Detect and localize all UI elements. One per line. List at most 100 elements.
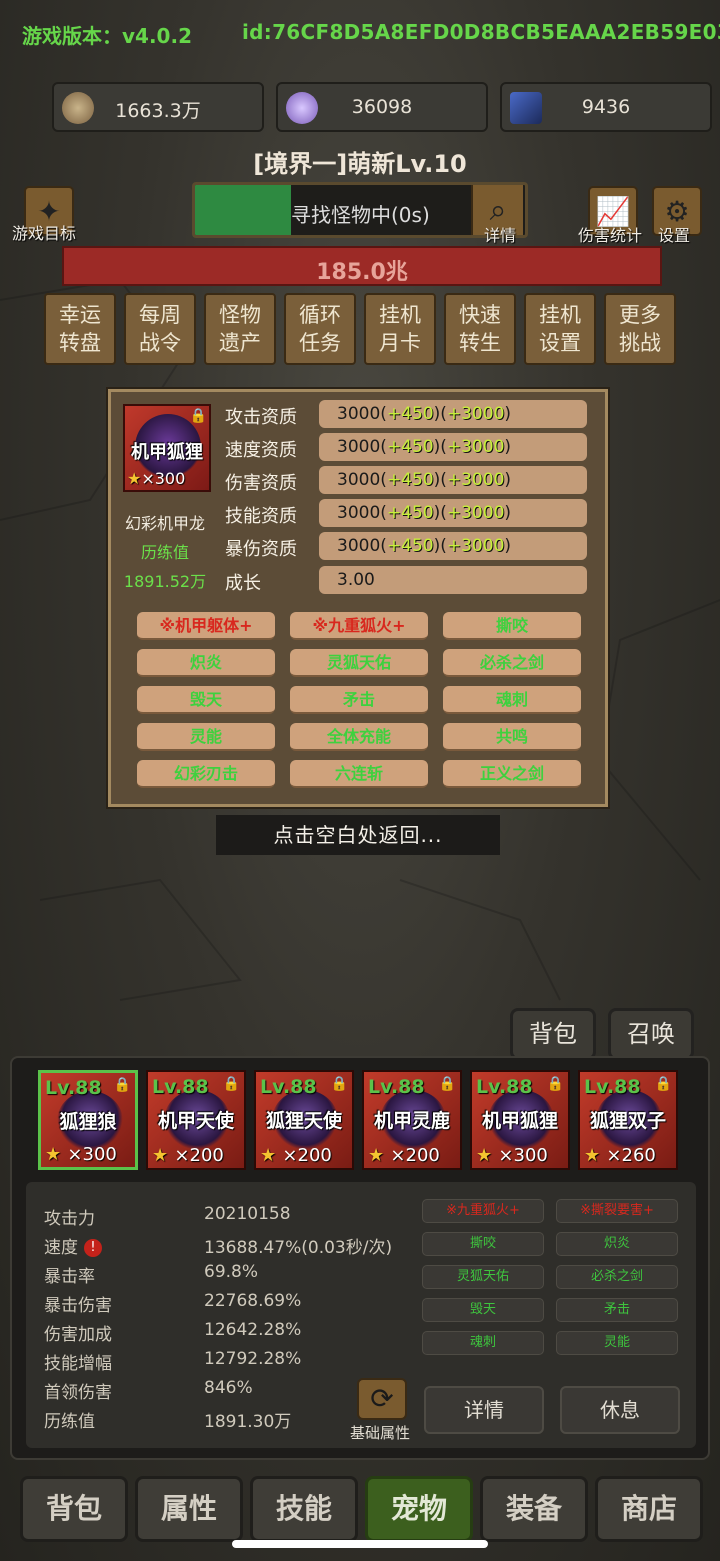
- search-progress-fill: [195, 185, 291, 235]
- pet-skill-chip[interactable]: 必杀之剑: [556, 1265, 678, 1289]
- skill-chip[interactable]: 灵能: [137, 723, 275, 751]
- nav-tab[interactable]: 背包: [20, 1476, 128, 1542]
- feature-button-3[interactable]: 循环 任务: [284, 293, 356, 365]
- feature-label-line2: 遗产: [219, 331, 261, 355]
- pet-star-value: ×260: [606, 1145, 656, 1166]
- attribute-value: 22768.69%: [204, 1291, 302, 1311]
- feature-button-4[interactable]: 挂机 月卡: [364, 293, 436, 365]
- pet-name: 狐狸双子: [589, 1110, 666, 1132]
- star-icon: ★: [260, 1145, 283, 1166]
- pet-level: Lv.88: [45, 1077, 102, 1099]
- skill-chip[interactable]: 共鸣: [443, 723, 581, 751]
- pet-slot[interactable]: Lv.88 🔒 机甲灵鹿 ★ ×200: [362, 1070, 462, 1170]
- pet-name: 狐狸天使: [265, 1110, 342, 1132]
- skill-chip[interactable]: 炽炎: [137, 649, 275, 677]
- feature-label-line1: 更多: [619, 303, 661, 327]
- aptitude-base: 3000: [337, 503, 381, 523]
- pet-skill-chip[interactable]: ※九重狐火+: [422, 1199, 544, 1223]
- home-indicator[interactable]: [232, 1540, 488, 1548]
- nav-tab[interactable]: 商店: [595, 1476, 703, 1542]
- star-icon: ★: [152, 1145, 175, 1166]
- aptitude-bonus-1: +450: [386, 437, 434, 457]
- feature-label-line1: 循环: [299, 303, 341, 327]
- pet-skill-chip[interactable]: 灵能: [556, 1331, 678, 1355]
- feature-button-2[interactable]: 怪物 遗产: [204, 293, 276, 365]
- skill-chip[interactable]: 全体充能: [290, 723, 428, 751]
- lock-icon: 🔒: [330, 1076, 348, 1092]
- feature-button-7[interactable]: 更多 挑战: [604, 293, 676, 365]
- pet-slot[interactable]: Lv.88 🔒 狐狸天使 ★ ×200: [254, 1070, 354, 1170]
- aptitude-value: 3000(+450)(+3000): [319, 466, 587, 494]
- pet-level: Lv.88: [584, 1076, 641, 1098]
- skill-chip[interactable]: 灵狐天佑: [290, 649, 428, 677]
- skill-chip[interactable]: 毁天: [137, 686, 275, 714]
- pet-star-value: ×300: [67, 1144, 117, 1165]
- feature-label-line2: 挑战: [619, 331, 661, 355]
- pet-slot[interactable]: Lv.88 🔒 机甲狐狸 ★ ×300: [470, 1070, 570, 1170]
- nav-tab[interactable]: 技能: [250, 1476, 358, 1542]
- attribute-name-text: 历练值: [44, 1412, 95, 1432]
- pet-skill-chip[interactable]: ※撕裂要害+: [556, 1199, 678, 1223]
- growth-value: 3.00: [319, 566, 587, 594]
- attribute-name-text: 速度: [44, 1238, 78, 1258]
- game-version: 游戏版本：v4.0.2: [22, 24, 192, 48]
- bag-tab-button[interactable]: 背包: [510, 1008, 596, 1060]
- aptitude-bonus-1: +450: [386, 503, 434, 523]
- pet-star-value: ×200: [174, 1145, 224, 1166]
- lock-icon: 🔒: [113, 1077, 131, 1093]
- damage-stats-label: 伤害统计: [578, 226, 643, 245]
- player-id: id:76CF8D5A8EFD0D8BCB5EAAA2EB59E032: [242, 20, 720, 44]
- attribute-value: 13688.47%(0.03秒/次): [204, 1238, 393, 1258]
- skill-chip[interactable]: 矛击: [290, 686, 428, 714]
- skill-chip[interactable]: 魂刺: [443, 686, 581, 714]
- attribute-name-text: 首领伤害: [44, 1383, 112, 1403]
- aptitude-bonus-1: +450: [386, 404, 434, 424]
- nav-tab[interactable]: 宠物: [365, 1476, 473, 1542]
- pet-level: Lv.88: [476, 1076, 533, 1098]
- skill-chip[interactable]: ※九重狐火+: [290, 612, 428, 640]
- rest-button[interactable]: 休息: [560, 1386, 680, 1434]
- skill-chip[interactable]: ※机甲躯体+: [137, 612, 275, 640]
- feature-button-1[interactable]: 每周 战令: [124, 293, 196, 365]
- attribute-value: 1891.30万: [204, 1412, 292, 1432]
- summon-tab-button[interactable]: 召唤: [608, 1008, 694, 1060]
- skill-chip[interactable]: 幻彩刃击: [137, 760, 275, 788]
- resource-silver-value: 1663.3万: [115, 100, 201, 122]
- attribute-name: 技能增幅: [44, 1349, 194, 1374]
- attribute-value: 69.8%: [204, 1262, 259, 1282]
- pet-slot[interactable]: Lv.88 🔒 机甲天使 ★ ×200: [146, 1070, 246, 1170]
- aptitude-bonus-2: +3000: [446, 536, 505, 556]
- feature-button-6[interactable]: 挂机 设置: [524, 293, 596, 365]
- skill-chip[interactable]: 正义之剑: [443, 760, 581, 788]
- basic-attr-button[interactable]: ⟳ 基础属性: [346, 1378, 418, 1443]
- skill-chip[interactable]: 必杀之剑: [443, 649, 581, 677]
- pet-skill-chip[interactable]: 毁天: [422, 1298, 544, 1322]
- nav-tab[interactable]: 装备: [480, 1476, 588, 1542]
- feature-label-line1: 怪物: [219, 303, 261, 327]
- attribute-name: 暴击伤害: [44, 1291, 194, 1316]
- pet-skill-chip[interactable]: 矛击: [556, 1298, 678, 1322]
- pet-portrait-name: 机甲狐狸: [131, 442, 203, 463]
- feature-label-line1: 幸运: [59, 303, 101, 327]
- lock-icon: 🔒: [654, 1076, 672, 1092]
- pet-name: 机甲灵鹿: [373, 1110, 450, 1132]
- feature-label-line2: 任务: [299, 331, 341, 355]
- aptitude-value: 3000(+450)(+3000): [319, 532, 587, 560]
- detail-button[interactable]: 详情: [424, 1386, 544, 1434]
- attribute-value: 12642.28%: [204, 1320, 302, 1340]
- nav-tab[interactable]: 属性: [135, 1476, 243, 1542]
- realm-level: [境界一]萌新Lv.10: [253, 150, 467, 178]
- feature-label-line2: 设置: [539, 331, 581, 355]
- pet-slot[interactable]: Lv.88 🔒 狐狸双子 ★ ×260: [578, 1070, 678, 1170]
- pet-slot[interactable]: Lv.88 🔒 狐狸狼 ★ ×300: [38, 1070, 138, 1170]
- feature-button-0[interactable]: 幸运 转盘: [44, 293, 116, 365]
- feature-button-5[interactable]: 快速 转生: [444, 293, 516, 365]
- warning-icon[interactable]: !: [84, 1239, 102, 1257]
- pet-skill-chip[interactable]: 炽炎: [556, 1232, 678, 1256]
- skill-chip[interactable]: 撕咬: [443, 612, 581, 640]
- tap-to-return-hint[interactable]: 点击空白处返回...: [216, 815, 500, 855]
- pet-skill-chip[interactable]: 魂刺: [422, 1331, 544, 1355]
- pet-skill-chip[interactable]: 灵狐天佑: [422, 1265, 544, 1289]
- skill-chip[interactable]: 六连斩: [290, 760, 428, 788]
- pet-skill-chip[interactable]: 撕咬: [422, 1232, 544, 1256]
